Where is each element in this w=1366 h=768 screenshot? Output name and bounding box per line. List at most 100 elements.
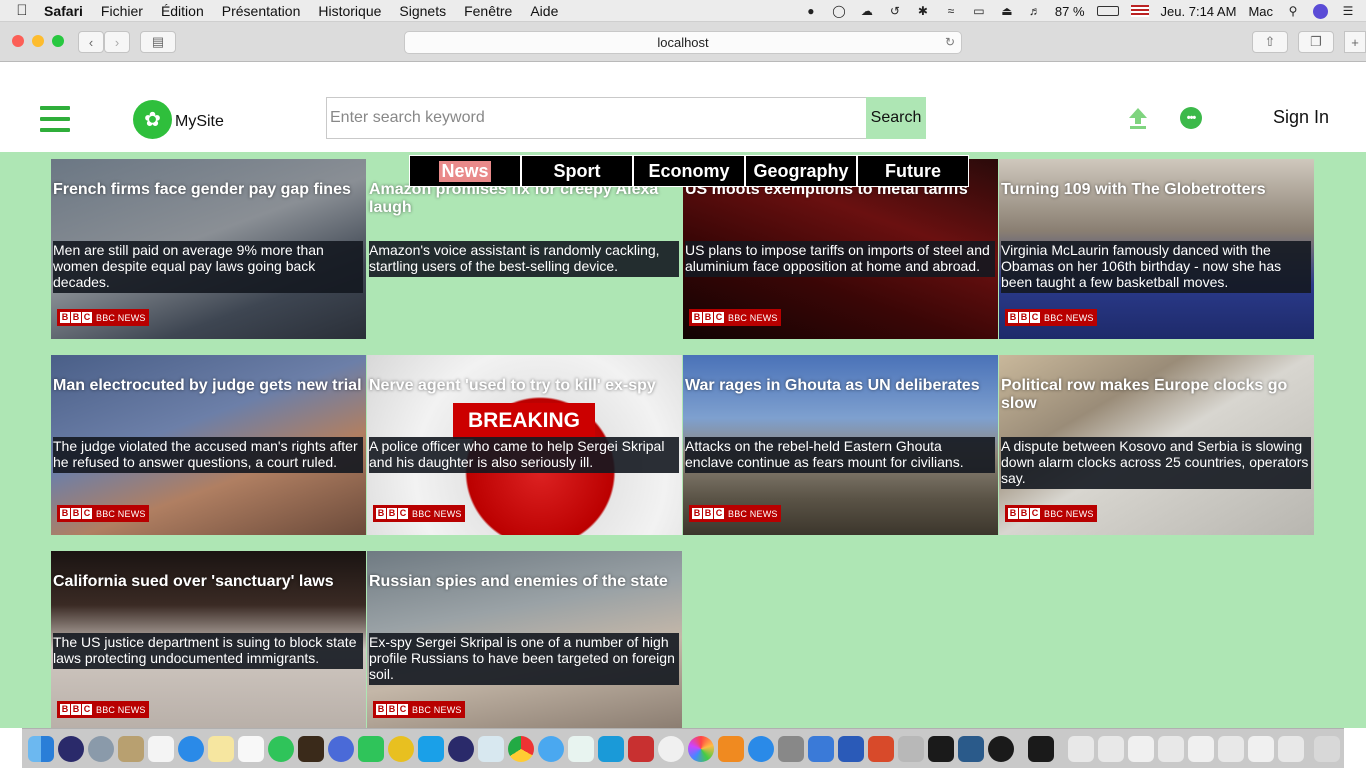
new-tab-button[interactable]: + — [1344, 31, 1366, 53]
menu-signets[interactable]: Signets — [399, 3, 446, 19]
us-flag-icon[interactable] — [1130, 5, 1149, 17]
menu-fenetre[interactable]: Fenêtre — [464, 3, 512, 19]
messages-icon[interactable] — [538, 736, 564, 762]
safari-icon[interactable] — [178, 736, 204, 762]
time-app-icon[interactable] — [568, 736, 594, 762]
nav-tab-economy[interactable]: Economy — [633, 155, 745, 187]
powerpoint-icon[interactable] — [868, 736, 894, 762]
notes-icon[interactable] — [208, 736, 234, 762]
menu-aide[interactable]: Aide — [530, 3, 558, 19]
photos-icon[interactable] — [688, 736, 714, 762]
minimize-window-button[interactable] — [32, 35, 44, 47]
preview-icon[interactable] — [478, 736, 504, 762]
time-machine-icon[interactable]: ↺ — [887, 4, 903, 18]
xcode-icon[interactable] — [808, 736, 834, 762]
search-button[interactable]: Search — [866, 97, 926, 139]
bluetooth-icon[interactable]: ✱ — [915, 4, 931, 18]
article-card[interactable]: California sued over 'sanctuary' laws Th… — [51, 551, 366, 728]
siri-icon[interactable] — [1313, 3, 1328, 19]
document-thumbnail-icon[interactable] — [1098, 736, 1124, 762]
article-card[interactable]: Turning 109 with The Globetrotters Virgi… — [999, 159, 1314, 339]
browser-icon[interactable] — [328, 736, 354, 762]
app-thumbnail-icon[interactable] — [298, 736, 324, 762]
menubar-user[interactable]: Mac — [1248, 4, 1273, 19]
back-button[interactable]: ‹ — [78, 31, 104, 53]
qq-status-icon[interactable]: ● — [803, 4, 819, 18]
nav-tab-geography[interactable]: Geography — [745, 155, 857, 187]
upload-icon[interactable] — [1127, 106, 1149, 130]
article-card[interactable]: French firms face gender pay gap fines M… — [51, 159, 366, 339]
tabs-overview-button[interactable]: ❐ — [1298, 31, 1334, 53]
document-thumbnail-icon[interactable] — [1278, 736, 1304, 762]
tools-icon[interactable] — [898, 736, 924, 762]
menu-historique[interactable]: Historique — [318, 3, 381, 19]
notification-center-icon[interactable]: ☰ — [1340, 4, 1356, 18]
battery-icon[interactable] — [1096, 6, 1119, 16]
document-thumbnail-icon[interactable] — [1128, 736, 1154, 762]
menu-safari[interactable]: Safari — [44, 3, 83, 19]
forward-button[interactable]: › — [104, 31, 130, 53]
whatsapp-icon[interactable] — [268, 736, 294, 762]
ibooks-icon[interactable] — [718, 736, 744, 762]
terminal-icon[interactable] — [1028, 736, 1054, 762]
search-input[interactable] — [326, 97, 868, 139]
close-window-button[interactable] — [12, 35, 24, 47]
vpn-icon[interactable] — [598, 736, 624, 762]
siri-icon[interactable] — [58, 736, 84, 762]
intellij-icon[interactable] — [928, 736, 954, 762]
leaf-app-icon[interactable] — [388, 736, 414, 762]
reload-icon[interactable]: ↻ — [945, 32, 955, 53]
photo-booth-icon[interactable] — [628, 736, 654, 762]
itunes-icon[interactable] — [658, 736, 684, 762]
sign-in-link[interactable]: Sign In — [1273, 107, 1329, 128]
document-thumbnail-icon[interactable] — [1158, 736, 1184, 762]
finder-icon[interactable] — [28, 736, 54, 762]
word-icon[interactable] — [838, 736, 864, 762]
menu-fichier[interactable]: Fichier — [101, 3, 143, 19]
chat-icon[interactable]: ••• — [1180, 107, 1202, 129]
battery-percent[interactable]: 87 % — [1055, 4, 1085, 19]
chrome-icon[interactable] — [508, 736, 534, 762]
article-card[interactable]: BREAKING Nerve agent 'used to try to kil… — [367, 355, 682, 535]
nav-tab-news[interactable]: News — [409, 155, 521, 187]
volume-icon[interactable]: ♬ — [1027, 4, 1043, 18]
address-bar[interactable]: localhost ↻ — [404, 31, 962, 54]
trash-icon[interactable] — [1314, 736, 1340, 762]
site-name[interactable]: MySite — [175, 113, 224, 131]
nav-tab-sport[interactable]: Sport — [521, 155, 633, 187]
system-preferences-icon[interactable] — [778, 736, 804, 762]
wifi-icon[interactable]: ≈ — [943, 4, 959, 18]
menubar-clock[interactable]: Jeu. 7:14 AM — [1161, 4, 1237, 19]
zoom-window-button[interactable] — [52, 35, 64, 47]
article-card[interactable]: War rages in Ghouta as UN deliberates At… — [683, 355, 998, 535]
menu-edition[interactable]: Édition — [161, 3, 204, 19]
document-thumbnail-icon[interactable] — [1188, 736, 1214, 762]
airplay-icon[interactable]: ▭ — [971, 4, 987, 18]
bubble-status-icon[interactable]: ◯ — [831, 4, 847, 18]
qq-icon[interactable] — [988, 736, 1014, 762]
calendar-icon[interactable] — [148, 736, 174, 762]
spotlight-search-icon[interactable]: ⚲ — [1285, 4, 1301, 18]
article-card[interactable]: Man electrocuted by judge gets new trial… — [51, 355, 366, 535]
skype-icon[interactable] — [418, 736, 444, 762]
eclipse-icon[interactable] — [448, 736, 474, 762]
launchpad-icon[interactable] — [88, 736, 114, 762]
article-card[interactable]: Russian spies and enemies of the state E… — [367, 551, 682, 728]
hamburger-menu-icon[interactable] — [40, 106, 70, 132]
app-store-icon[interactable] — [748, 736, 774, 762]
mysql-workbench-icon[interactable] — [958, 736, 984, 762]
document-thumbnail-icon[interactable] — [1248, 736, 1274, 762]
eject-icon[interactable]: ⏏ — [999, 4, 1015, 18]
archive-icon[interactable] — [118, 736, 144, 762]
document-thumbnail-icon[interactable] — [1218, 736, 1244, 762]
site-logo-icon[interactable]: ✿ — [133, 100, 172, 139]
sidebar-toggle-button[interactable]: ▤ — [140, 31, 176, 53]
wechat-icon[interactable] — [358, 736, 384, 762]
share-button[interactable]: ⇧ — [1252, 31, 1288, 53]
nav-tab-future[interactable]: Future — [857, 155, 969, 187]
cloud-status-icon[interactable]: ☁ — [859, 4, 875, 18]
menu-presentation[interactable]: Présentation — [222, 3, 301, 19]
reminders-icon[interactable] — [238, 736, 264, 762]
document-thumbnail-icon[interactable] — [1068, 736, 1094, 762]
apple-menu-icon[interactable]:  — [0, 2, 44, 19]
